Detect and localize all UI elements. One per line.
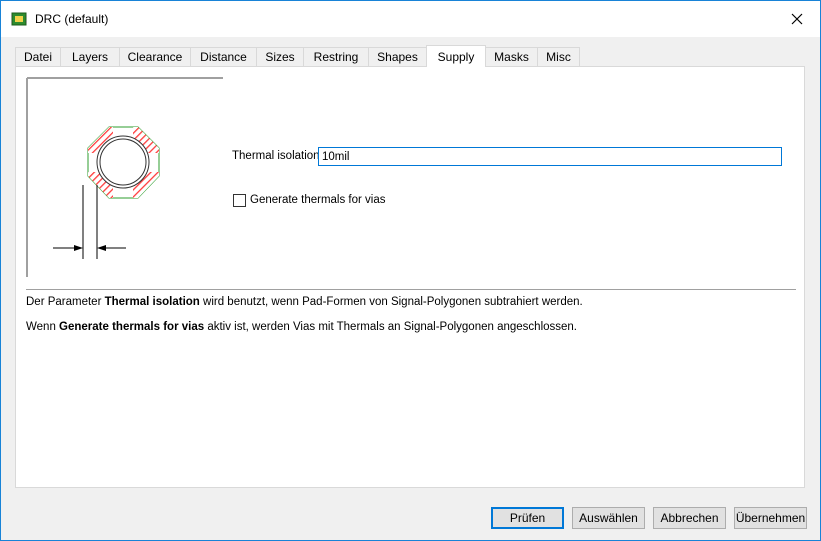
supply-panel: Thermal isolation Generate thermals for … — [15, 66, 805, 488]
description-line-1: Der Parameter Thermal isolation wird ben… — [26, 296, 583, 308]
divider — [26, 289, 796, 290]
tab-distance[interactable]: Distance — [190, 47, 257, 66]
generate-thermals-checkbox[interactable] — [233, 194, 246, 207]
tab-restring[interactable]: Restring — [303, 47, 369, 66]
app-board-icon — [11, 11, 27, 27]
select-button[interactable]: Auswählen — [572, 507, 645, 529]
close-button[interactable] — [774, 1, 820, 37]
cancel-button[interactable]: Abbrechen — [653, 507, 726, 529]
desc2-text-a: Wenn — [26, 321, 60, 333]
tab-layers[interactable]: Layers — [60, 47, 120, 66]
desc2-text-c: aktiv ist, werden Vias mit Thermals an S… — [204, 321, 578, 333]
drc-dialog: DRC (default) Datei Layers Clearance Dis… — [0, 0, 821, 541]
tab-shapes[interactable]: Shapes — [368, 47, 427, 66]
tab-misc[interactable]: Misc — [537, 47, 580, 66]
tab-masks[interactable]: Masks — [485, 47, 538, 66]
tab-clearance[interactable]: Clearance — [119, 47, 191, 66]
desc1-text-a: Der Parameter — [26, 296, 105, 308]
thermal-isolation-input[interactable] — [318, 147, 782, 166]
tab-sizes[interactable]: Sizes — [256, 47, 304, 66]
apply-button[interactable]: Übernehmen — [734, 507, 807, 529]
title-bar: DRC (default) — [1, 1, 820, 37]
desc2-bold: Generate thermals for vias — [59, 321, 205, 333]
thermal-diagram-icon — [26, 77, 223, 277]
generate-thermals-label: Generate thermals for vias — [250, 194, 386, 206]
thermal-isolation-label: Thermal isolation — [232, 150, 320, 162]
window-title: DRC (default) — [35, 12, 109, 26]
close-icon — [791, 13, 803, 25]
tab-datei[interactable]: Datei — [15, 47, 61, 66]
check-button[interactable]: Prüfen — [491, 507, 564, 529]
description-line-2: Wenn Generate thermals for vias aktiv is… — [26, 321, 577, 333]
desc1-bold: Thermal isolation — [104, 296, 200, 308]
desc1-text-c: wird benutzt, wenn Pad-Formen von Signal… — [199, 296, 583, 308]
tab-supply[interactable]: Supply — [426, 45, 486, 67]
